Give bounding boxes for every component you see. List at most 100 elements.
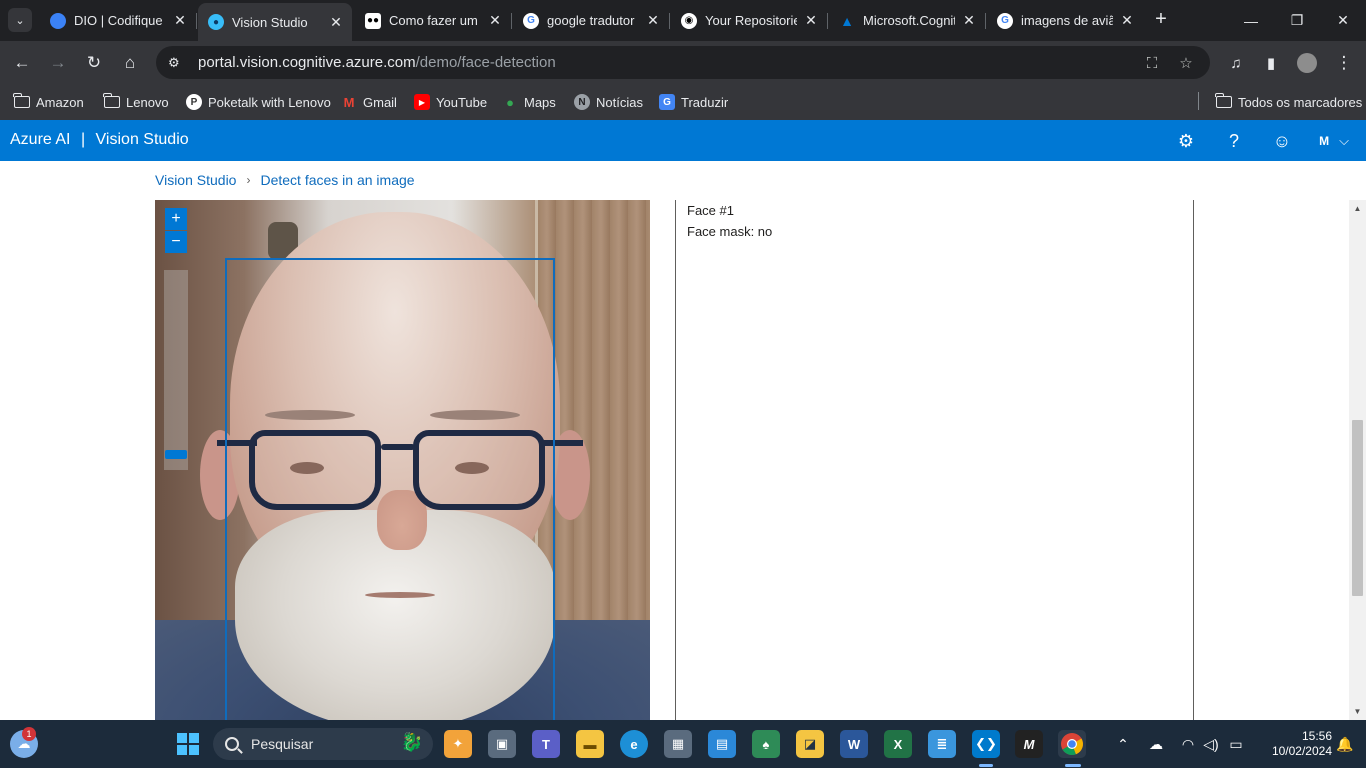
bookmark-label: Traduzir <box>681 94 729 110</box>
bookmark-noticias[interactable]: N Notícias <box>574 92 643 112</box>
translate-page-icon[interactable]: ⛶ <box>1142 53 1162 73</box>
word-icon[interactable]: W <box>840 730 868 758</box>
app-m-icon[interactable]: M <box>1015 730 1043 758</box>
close-tab-icon[interactable]: ✕ <box>643 11 663 31</box>
user-initial: M <box>1319 134 1330 148</box>
chrome-menu-icon[interactable]: ⋮ <box>1331 50 1357 76</box>
browser-tab-strip: ⌄ DIO | Codifique o ✕ ● Vision Studio ✕ … <box>0 0 1366 41</box>
face-image-viewer[interactable]: + − <box>155 200 650 720</box>
solitaire-icon[interactable]: ♠ <box>752 730 780 758</box>
zoom-out-button[interactable]: − <box>165 231 187 253</box>
browser-tab-microsoft-cognitive[interactable]: ▲ Microsoft.Cognit ✕ <box>829 4 986 37</box>
close-tab-icon[interactable]: ✕ <box>1117 11 1137 31</box>
all-bookmarks-folder[interactable]: Todos os marcadores <box>1215 92 1362 112</box>
file-manager-icon[interactable]: ◪ <box>796 730 824 758</box>
teams-icon[interactable]: T <box>532 730 560 758</box>
user-account-menu[interactable]: M ⌵ <box>1310 129 1358 153</box>
bookmark-poketalk[interactable]: P Poketalk with Lenovo <box>186 92 331 112</box>
battery-icon[interactable]: ▭ <box>1225 734 1247 754</box>
page-scrollbar[interactable]: ▲ ▼ <box>1349 200 1366 720</box>
profile-avatar[interactable] <box>1294 50 1320 76</box>
file-explorer-icon[interactable]: ▬ <box>576 730 604 758</box>
settings-gear-icon[interactable]: ⚙ <box>1174 129 1198 153</box>
chrome-taskbar-icon[interactable] <box>1058 730 1086 758</box>
task-view-icon[interactable]: ▣ <box>488 730 516 758</box>
bookmark-lenovo[interactable]: Lenovo <box>103 92 169 112</box>
home-icon[interactable]: ⌂ <box>117 50 143 76</box>
volume-icon[interactable]: ◁) <box>1200 734 1222 754</box>
wifi-icon[interactable]: ◠ <box>1177 734 1199 754</box>
minimize-icon[interactable]: — <box>1228 0 1274 41</box>
address-bar[interactable]: ⚙ portal.vision.cognitive.azure.com/demo… <box>156 46 1210 79</box>
search-placeholder: Pesquisar <box>251 736 314 752</box>
bookmark-star-icon[interactable]: ☆ <box>1176 53 1196 73</box>
close-tab-icon[interactable]: ✕ <box>959 11 979 31</box>
zoom-in-button[interactable]: + <box>165 208 187 230</box>
reload-icon[interactable]: ↻ <box>81 50 107 76</box>
feedback-smiley-icon[interactable]: ☺ <box>1270 129 1294 153</box>
app-brand[interactable]: Azure AI | Vision Studio <box>10 131 189 149</box>
restore-icon[interactable]: ❐ <box>1274 0 1320 41</box>
zoom-in-icon: + <box>171 210 181 227</box>
tab-title: DIO | Codifique o <box>74 13 166 28</box>
browser-tab-github[interactable]: ◉ Your Repositorie ✕ <box>671 4 828 37</box>
site-info-icon[interactable]: ⚙ <box>168 55 184 71</box>
microsoft-store-icon[interactable]: ▤ <box>708 730 736 758</box>
close-tab-icon[interactable]: ✕ <box>801 11 821 31</box>
excel-icon[interactable]: X <box>884 730 912 758</box>
breadcrumb-current-link[interactable]: Detect faces in an image <box>260 172 414 188</box>
system-clock[interactable]: 15:56 10/02/2024 <box>1252 729 1332 759</box>
clock-date: 10/02/2024 <box>1271 744 1332 758</box>
close-tab-icon[interactable]: ✕ <box>326 12 346 32</box>
tab-title: Vision Studio <box>232 14 308 30</box>
poketalk-icon: P <box>186 94 202 110</box>
scroll-down-icon[interactable]: ▼ <box>1349 703 1366 720</box>
zoom-slider-handle[interactable] <box>165 450 187 459</box>
dio-icon <box>50 12 66 29</box>
browser-tab-vision-studio[interactable]: ● Vision Studio ✕ <box>198 3 352 41</box>
calculator-icon[interactable]: ▦ <box>664 730 692 758</box>
edge-icon[interactable]: e <box>620 730 648 758</box>
news-icon: N <box>574 94 590 110</box>
copilot-icon[interactable]: ✦ <box>444 730 472 758</box>
notepad-icon[interactable]: ≣ <box>928 730 956 758</box>
close-tab-icon[interactable]: ✕ <box>485 11 505 31</box>
folder-icon <box>103 93 120 110</box>
back-icon[interactable]: ← <box>9 50 35 76</box>
face-bounding-box[interactable] <box>225 258 555 720</box>
tab-title: Microsoft.Cognit <box>863 13 955 28</box>
tab-search-chevron-icon[interactable]: ⌄ <box>8 8 32 32</box>
scrollbar-thumb[interactable] <box>1352 420 1363 596</box>
browser-tab-medium[interactable]: ●● Como fazer um l ✕ <box>355 4 512 37</box>
bookmark-gmail[interactable]: M Gmail <box>341 92 397 112</box>
notification-bell-icon[interactable]: 🔔 <box>1334 734 1356 754</box>
zoom-slider-track[interactable] <box>164 270 188 470</box>
browser-tab-google-tradutor[interactable]: G google tradutor ✕ <box>513 4 670 37</box>
bookmark-youtube[interactable]: ▶ YouTube <box>414 92 487 112</box>
media-controls-icon[interactable]: ♫ <box>1223 50 1249 76</box>
vscode-running-indicator <box>979 764 993 767</box>
show-hidden-icons-chevron-icon[interactable]: ⌃ <box>1112 734 1134 754</box>
url-text: portal.vision.cognitive.azure.com/demo/f… <box>198 54 556 71</box>
new-tab-icon[interactable]: + <box>1150 8 1172 30</box>
browser-toolbar: ← → ↻ ⌂ ⚙ portal.vision.cognitive.azure.… <box>0 41 1366 84</box>
google-icon: G <box>523 12 539 29</box>
breadcrumb-root-link[interactable]: Vision Studio <box>155 172 236 188</box>
bookmark-maps[interactable]: ● Maps <box>502 92 556 112</box>
close-tab-icon[interactable]: ✕ <box>170 11 190 31</box>
windows-start-icon[interactable] <box>174 730 202 758</box>
forward-icon[interactable]: → <box>45 50 71 76</box>
scroll-up-icon[interactable]: ▲ <box>1349 200 1366 217</box>
side-panel-icon[interactable]: ▮ <box>1258 50 1284 76</box>
vscode-icon[interactable]: ❮❯ <box>972 730 1000 758</box>
search-highlight-icon: 🐉 <box>400 732 423 752</box>
browser-tab-dio[interactable]: DIO | Codifique o ✕ <box>40 4 197 37</box>
help-icon[interactable]: ? <box>1222 129 1246 153</box>
browser-tab-imagens[interactable]: G imagens de aviã ✕ <box>987 4 1143 37</box>
close-window-icon[interactable]: ✕ <box>1320 0 1366 41</box>
tab-title: imagens de aviã <box>1021 13 1113 28</box>
bookmark-traduzir[interactable]: G Traduzir <box>659 92 728 112</box>
onedrive-cloud-icon[interactable]: ☁ <box>1145 734 1167 754</box>
bookmark-amazon[interactable]: Amazon <box>13 92 84 112</box>
taskbar-search-input[interactable]: Pesquisar 🐉 <box>213 728 433 760</box>
